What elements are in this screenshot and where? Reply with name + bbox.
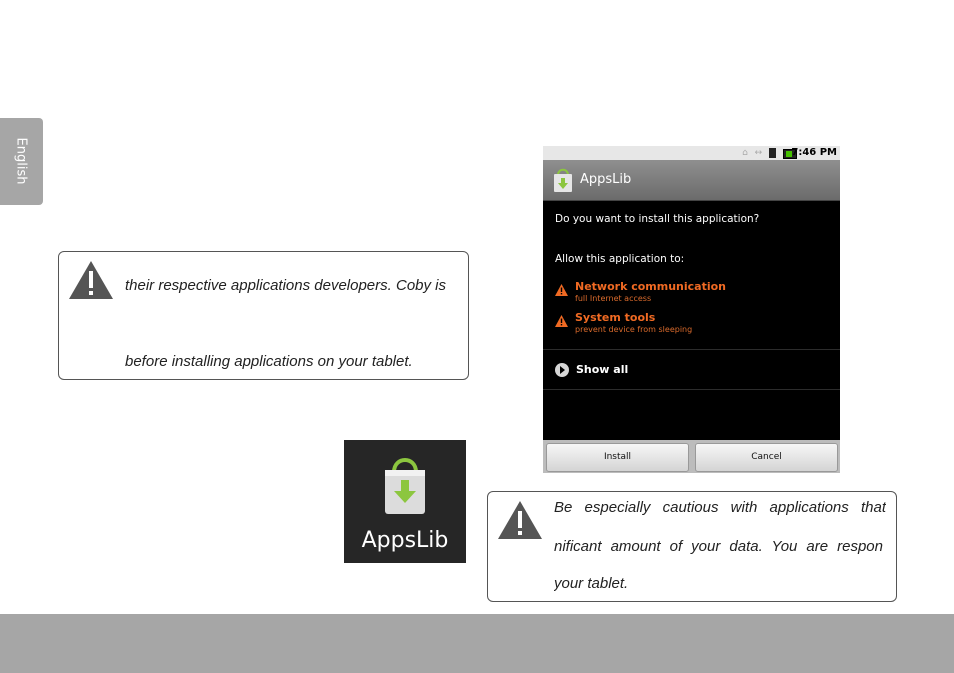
language-tab: English: [0, 118, 43, 205]
footer-bar: [0, 614, 954, 673]
dialog-title: AppsLib: [580, 172, 632, 187]
cancel-button[interactable]: Cancel: [695, 443, 838, 472]
expand-arrow-icon: [555, 363, 569, 377]
appslib-icon: [553, 167, 573, 197]
notice-top-line-2: before installing applications on your t…: [125, 353, 413, 370]
dialog-title-bar: AppsLib: [543, 160, 840, 201]
install-question: Do you want to install this application?: [555, 213, 760, 225]
notice-bottom-line-2: nificant amount of your data. You are re…: [554, 538, 883, 555]
install-button[interactable]: Install: [546, 443, 689, 472]
warning-icon: [497, 500, 543, 545]
install-dialog-screenshot: ⌂ ↔ ◈ 7:46 PM AppsLib Do you want to ins…: [543, 146, 840, 473]
permission-subtitle: full Internet access: [575, 294, 652, 303]
appslib-app-icon: AppsLib: [344, 440, 466, 563]
warning-icon: [555, 312, 568, 331]
notice-bottom-line-3: your tablet.: [554, 575, 629, 592]
dialog-button-bar: Install Cancel: [543, 440, 840, 473]
status-time: 7:46 PM: [791, 147, 837, 158]
permission-subtitle: prevent device from sleeping: [575, 325, 693, 334]
language-tab-label: English: [13, 137, 29, 185]
warning-notice-top: their respective applications developers…: [58, 251, 469, 380]
warning-notice-bottom: Be especially cautious with applications…: [487, 491, 897, 602]
app-icon-label: AppsLib: [361, 528, 449, 553]
notice-bottom-line-1: Be especially cautious with applications…: [554, 499, 886, 516]
warning-icon: [555, 281, 568, 300]
notice-top-line-1: their respective applications developers…: [125, 277, 446, 294]
shopping-bag-download-icon: [381, 452, 429, 521]
allow-label: Allow this application to:: [555, 253, 685, 265]
divider: [543, 349, 840, 350]
warning-icon: [68, 260, 114, 305]
battery-icon: [769, 148, 776, 158]
status-bar: ⌂ ↔ ◈ 7:46 PM: [543, 146, 840, 160]
permission-title: Network communication: [575, 280, 727, 293]
permission-title: System tools: [575, 311, 656, 324]
divider: [543, 389, 840, 390]
show-all-label: Show all: [576, 363, 629, 376]
